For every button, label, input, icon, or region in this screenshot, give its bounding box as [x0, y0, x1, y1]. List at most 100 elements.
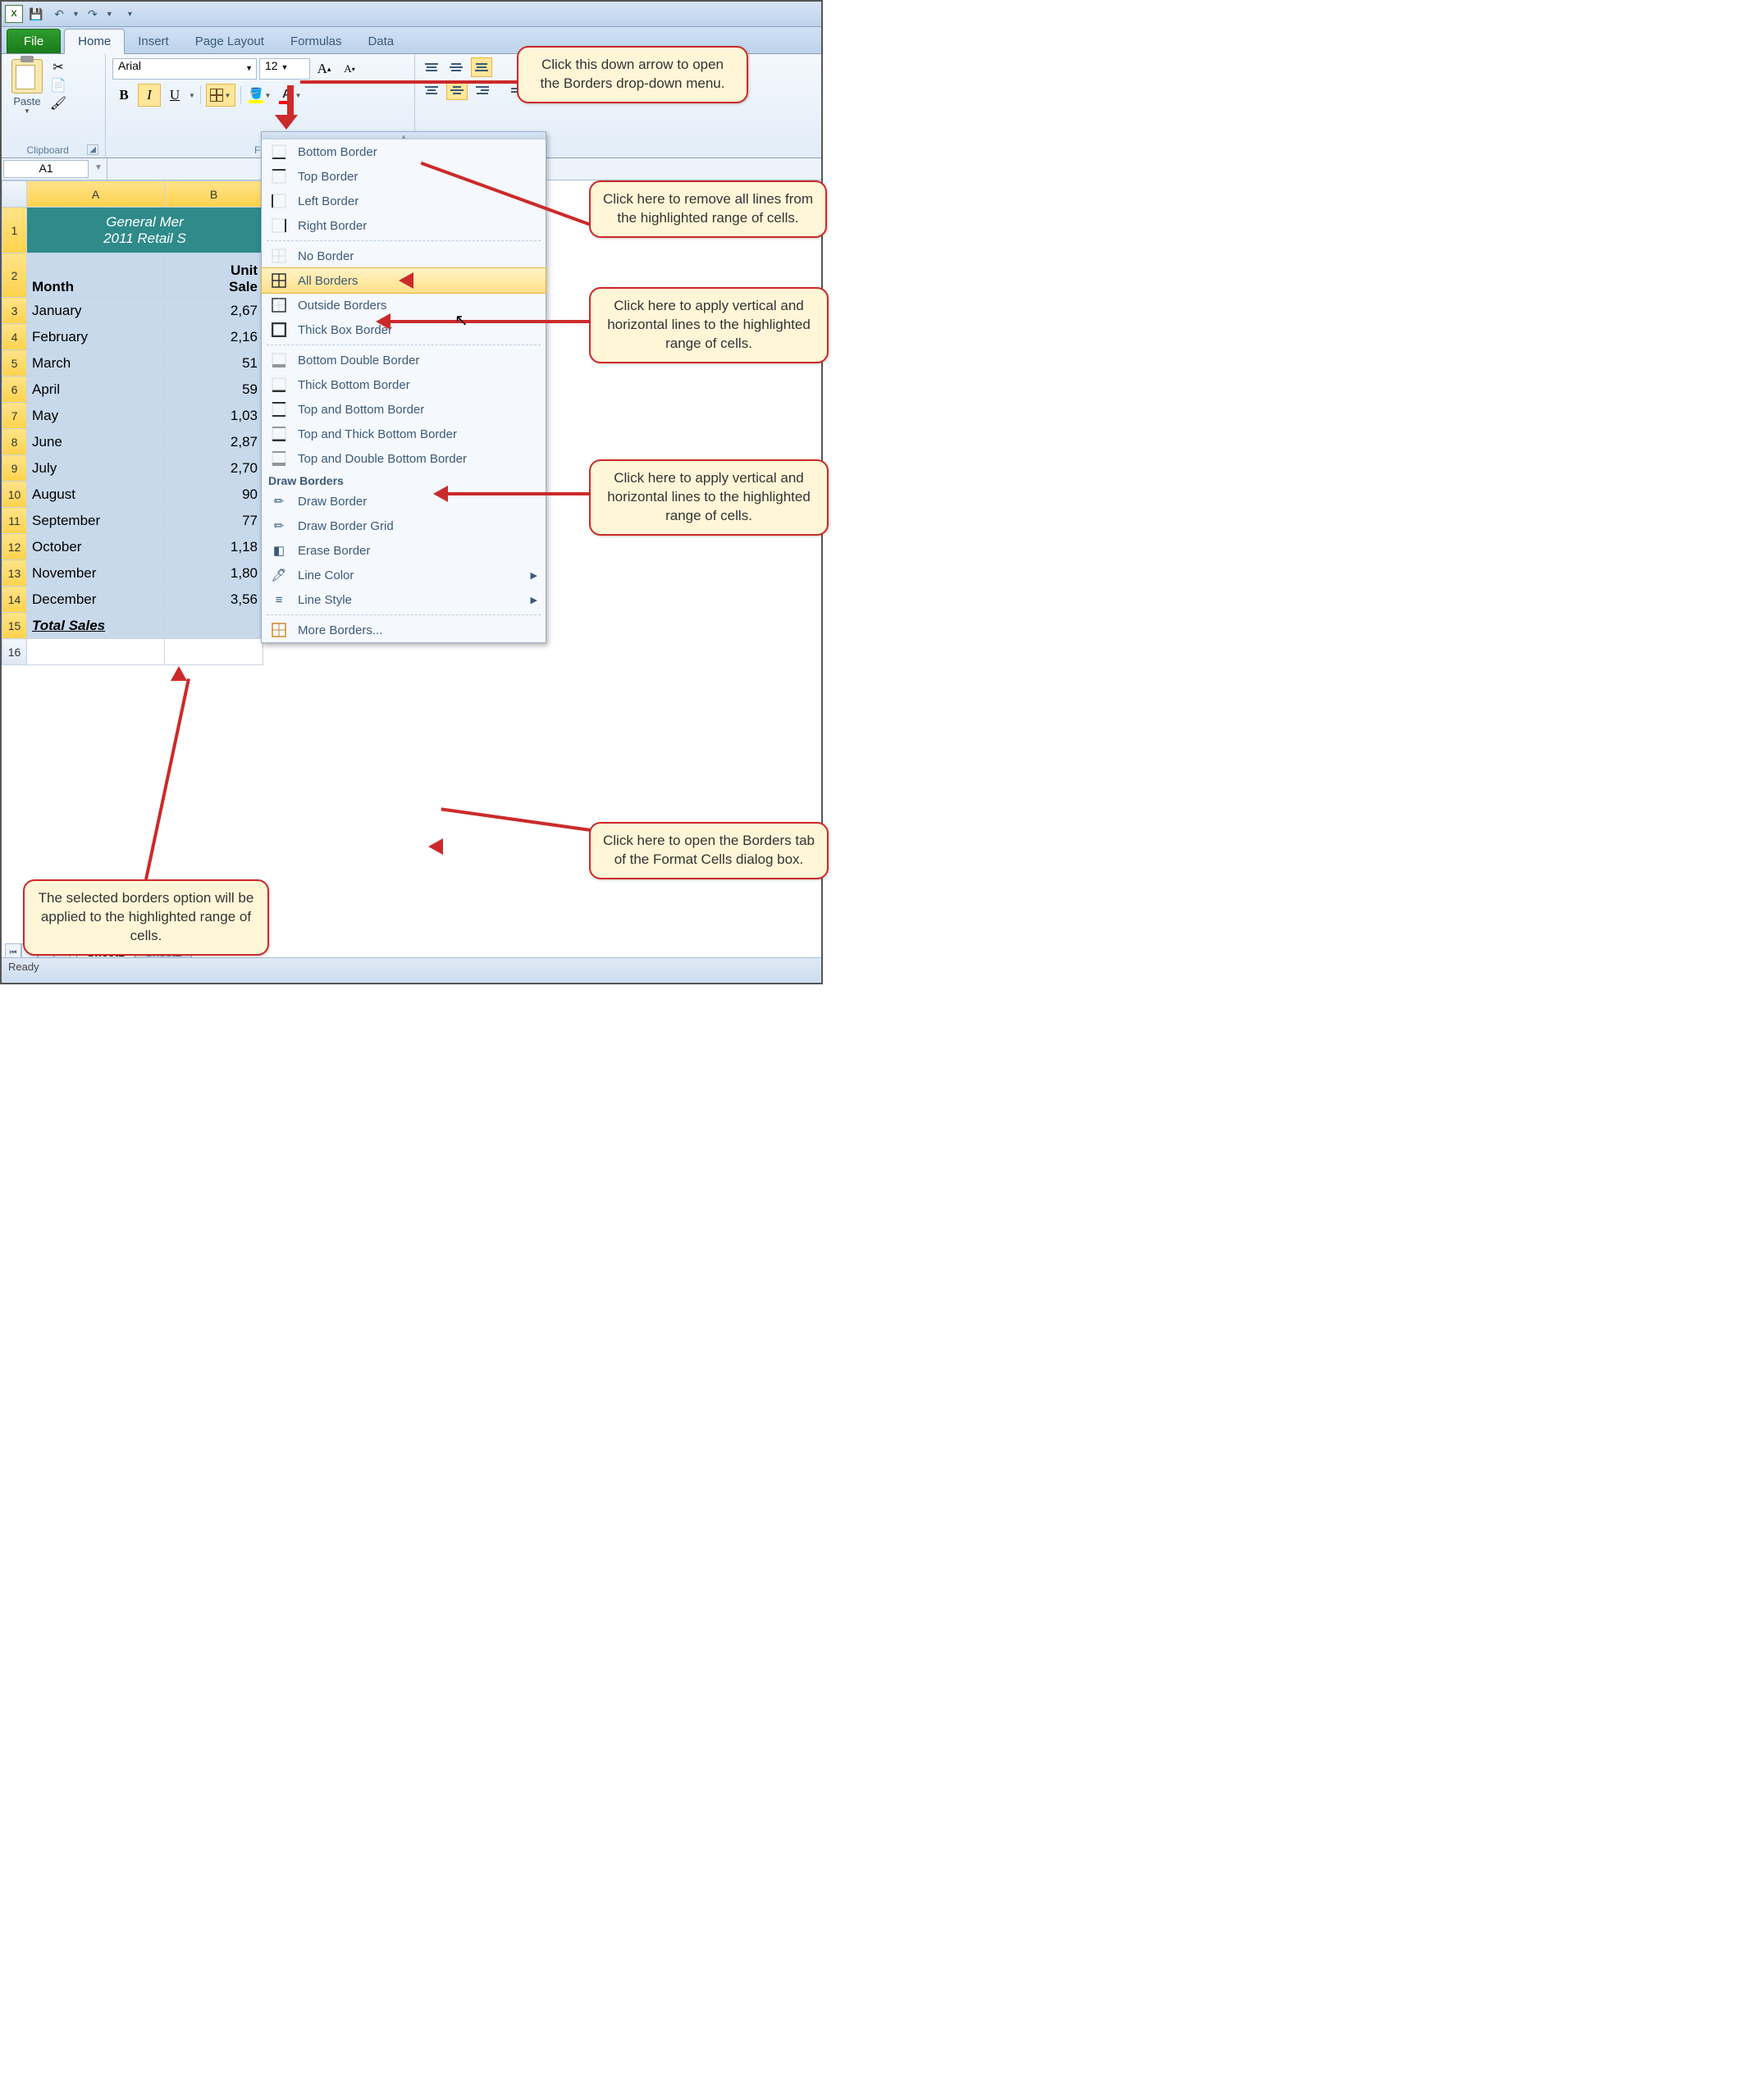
borders-dropdown-arrow[interactable]: ▼ — [224, 92, 231, 99]
redo-button[interactable]: ↷ — [83, 5, 103, 23]
cell-value[interactable]: 51 — [165, 350, 263, 377]
paste-button[interactable]: Paste ▼ — [8, 57, 46, 115]
cut-button[interactable]: ✂ — [49, 59, 67, 75]
align-bottom-button[interactable] — [471, 57, 492, 77]
tab-page-layout[interactable]: Page Layout — [182, 30, 277, 53]
row-header-11[interactable]: 11 — [2, 508, 27, 534]
menu-top-double-bottom-border[interactable]: Top and Double Bottom Border — [262, 446, 546, 471]
menu-right-border[interactable]: Right Border — [262, 213, 546, 238]
grow-font-button[interactable]: A▴ — [313, 57, 336, 80]
row-header-10[interactable]: 10 — [2, 482, 27, 508]
menu-erase-border[interactable]: ◧Erase Border — [262, 538, 546, 563]
tab-home[interactable]: Home — [64, 29, 125, 54]
cell-month[interactable]: April — [27, 377, 165, 403]
menu-bottom-border[interactable]: Bottom Border — [262, 139, 546, 164]
cell-value[interactable]: 59 — [165, 377, 263, 403]
undo-button[interactable]: ↶ — [49, 5, 69, 23]
menu-bottom-double-border[interactable]: Bottom Double Border — [262, 348, 546, 372]
undo-dropdown[interactable]: ▼ — [72, 10, 80, 18]
cell-month[interactable]: July — [27, 455, 165, 482]
cell-value[interactable]: 2,87 — [165, 429, 263, 455]
select-all-corner[interactable] — [2, 181, 27, 208]
row-header-5[interactable]: 5 — [2, 350, 27, 377]
row-header-15[interactable]: 15 — [2, 613, 27, 639]
cell-value[interactable]: 3,56 — [165, 587, 263, 613]
cell-b16[interactable] — [165, 639, 263, 665]
cell-value[interactable]: 90 — [165, 482, 263, 508]
cell-month[interactable]: May — [27, 403, 165, 429]
borders-button[interactable]: ▼ — [206, 84, 235, 107]
align-top-button[interactable] — [422, 58, 441, 76]
row-header-12[interactable]: 12 — [2, 534, 27, 560]
align-right-button[interactable] — [473, 81, 492, 99]
total-value-cell[interactable] — [165, 613, 263, 639]
row-header-1[interactable]: 1 — [2, 208, 27, 253]
save-button[interactable]: 💾 — [26, 5, 46, 23]
menu-no-border[interactable]: No Border — [262, 244, 546, 268]
cell-value[interactable]: 1,80 — [165, 560, 263, 587]
cell-month[interactable]: August — [27, 482, 165, 508]
cell-month[interactable]: September — [27, 508, 165, 534]
col-header-b[interactable]: B — [165, 181, 263, 208]
cell-month[interactable]: June — [27, 429, 165, 455]
row-header-13[interactable]: 13 — [2, 560, 27, 587]
cell-value[interactable]: 1,03 — [165, 403, 263, 429]
row-header-6[interactable]: 6 — [2, 377, 27, 403]
shrink-font-button[interactable]: A▾ — [338, 57, 361, 80]
title-cell[interactable]: General Mer 2011 Retail S — [27, 208, 263, 253]
row-header-8[interactable]: 8 — [2, 429, 27, 455]
cell-value[interactable]: 77 — [165, 508, 263, 534]
fill-color-button[interactable]: 🪣 ▼ — [246, 84, 274, 106]
menu-draw-border-grid[interactable]: ✏Draw Border Grid — [262, 514, 546, 538]
row-header-4[interactable]: 4 — [2, 324, 27, 350]
row-header-7[interactable]: 7 — [2, 403, 27, 429]
clipboard-dialog-launcher[interactable]: ◢ — [87, 144, 98, 155]
header-units[interactable]: Unit Sale — [165, 253, 263, 298]
cell-a16[interactable] — [27, 639, 165, 665]
header-month[interactable]: Month — [27, 253, 165, 298]
total-label-cell[interactable]: Total Sales — [27, 613, 165, 639]
row-header-14[interactable]: 14 — [2, 587, 27, 613]
cell-month[interactable]: March — [27, 350, 165, 377]
italic-button[interactable]: I — [138, 84, 161, 107]
cell-month[interactable]: October — [27, 534, 165, 560]
row-header-3[interactable]: 3 — [2, 298, 27, 324]
cell-month[interactable]: November — [27, 560, 165, 587]
cell-value[interactable]: 2,70 — [165, 455, 263, 482]
cell-value[interactable]: 2,16 — [165, 324, 263, 350]
tab-formulas[interactable]: Formulas — [277, 30, 355, 53]
align-middle-button[interactable] — [446, 58, 466, 76]
menu-top-border[interactable]: Top Border — [262, 164, 546, 189]
align-left-button[interactable] — [422, 81, 441, 99]
tab-insert[interactable]: Insert — [125, 30, 182, 53]
font-name-select[interactable]: Arial▼ — [112, 58, 257, 80]
row-header-2[interactable]: 2 — [2, 253, 27, 298]
copy-button[interactable]: 📄 — [49, 77, 67, 94]
qat-customize[interactable]: ▾ — [128, 10, 132, 19]
cell-month[interactable]: February — [27, 324, 165, 350]
name-box[interactable]: A1 — [3, 160, 89, 178]
menu-grip[interactable]: ▴ — [262, 132, 546, 139]
cell-value[interactable]: 2,67 — [165, 298, 263, 324]
underline-button[interactable]: U — [163, 84, 186, 107]
cell-value[interactable]: 1,18 — [165, 534, 263, 560]
row-header-16[interactable]: 16 — [2, 639, 27, 665]
menu-thick-bottom-border[interactable]: Thick Bottom Border — [262, 372, 546, 397]
tab-data[interactable]: Data — [354, 30, 407, 53]
cell-month[interactable]: December — [27, 587, 165, 613]
menu-line-color[interactable]: 🖊Line Color▶ — [262, 563, 546, 587]
tab-file[interactable]: File — [7, 29, 61, 53]
menu-top-thick-bottom-border[interactable]: Top and Thick Bottom Border — [262, 422, 546, 446]
cell-month[interactable]: January — [27, 298, 165, 324]
menu-line-style[interactable]: ≡Line Style▶ — [262, 587, 546, 612]
col-header-a[interactable]: A — [27, 181, 165, 208]
eraser-icon: ◧ — [270, 542, 288, 559]
format-painter-button[interactable]: 🖌 — [49, 95, 67, 112]
redo-dropdown[interactable]: ▼ — [106, 10, 113, 18]
row-header-9[interactable]: 9 — [2, 455, 27, 482]
menu-top-bottom-border[interactable]: Top and Bottom Border — [262, 397, 546, 422]
menu-outside-borders[interactable]: Outside Borders — [262, 293, 546, 317]
bold-button[interactable]: B — [112, 84, 135, 107]
font-size-select[interactable]: 12 ▼ — [259, 58, 310, 80]
menu-more-borders[interactable]: More Borders... — [262, 618, 546, 642]
